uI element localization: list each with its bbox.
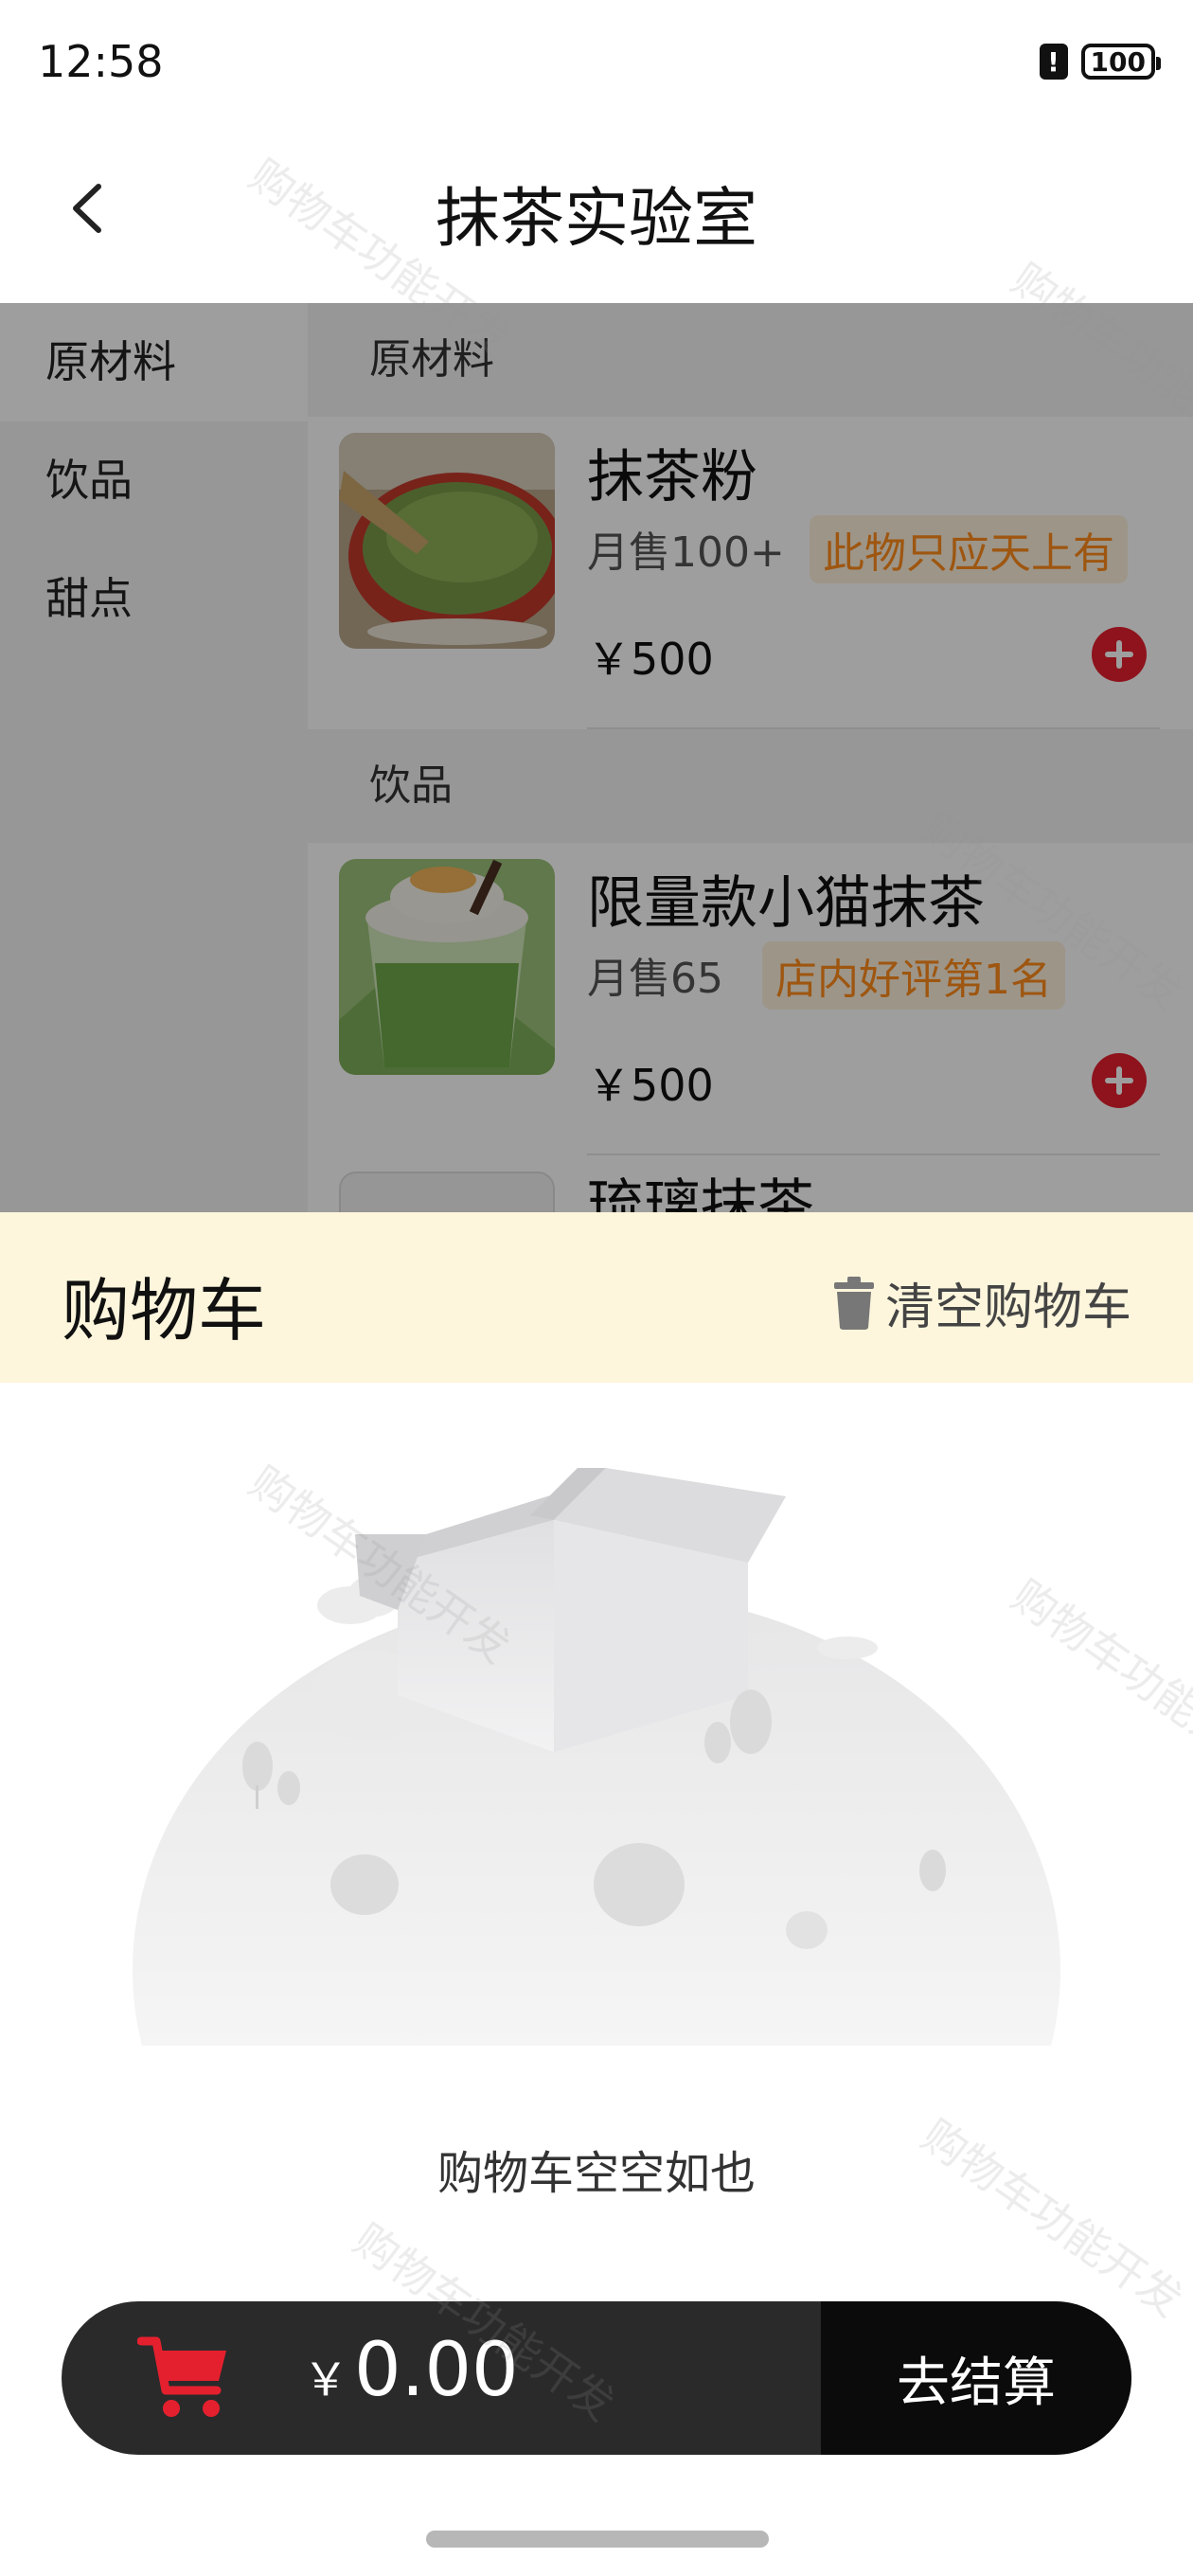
total-amount: 0.00 bbox=[354, 2328, 519, 2413]
status-icons: ! 100 bbox=[1039, 44, 1162, 80]
trash-icon bbox=[833, 1276, 874, 1330]
alert-icon: ! bbox=[1039, 44, 1068, 80]
cart-panel-header: 购物车 清空购物车 bbox=[0, 1212, 1193, 1383]
battery-icon: 100 bbox=[1080, 44, 1162, 80]
shopping-cart-icon[interactable] bbox=[137, 2335, 232, 2421]
currency-symbol: ￥ bbox=[303, 2353, 349, 2406]
cart-panel-body: 购物车空空如也 bbox=[0, 1383, 1193, 2330]
checkout-button[interactable]: 去结算 bbox=[821, 2301, 1131, 2455]
page-title: 抹茶实验室 bbox=[435, 182, 757, 257]
checkout-bar: ￥0.00 去结算 bbox=[62, 2301, 1131, 2455]
cart-total: ￥0.00 bbox=[303, 2328, 519, 2413]
clear-cart-button[interactable]: 清空购物车 bbox=[833, 1267, 1131, 1338]
home-indicator[interactable] bbox=[426, 2531, 769, 2548]
empty-cart-text: 购物车空空如也 bbox=[436, 2147, 756, 2200]
empty-box-illustration bbox=[133, 1468, 1060, 2046]
cart-title: 购物车 bbox=[62, 1271, 267, 1351]
status-time: 12:58 bbox=[38, 36, 164, 87]
clear-cart-label: 清空购物车 bbox=[884, 1279, 1131, 1336]
modal-overlay[interactable] bbox=[0, 303, 1193, 1212]
